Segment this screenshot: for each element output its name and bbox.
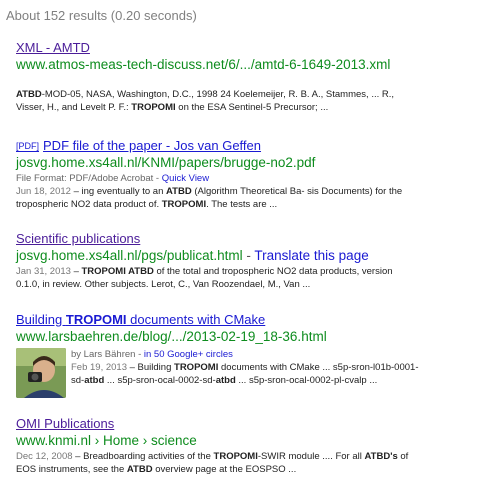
file-format-line: File Format: PDF/Adobe Acrobat - Quick V… <box>16 173 210 184</box>
result-url: josvg.home.xs4all.nl/KNMI/papers/brugge-… <box>16 155 316 170</box>
search-result: Building TROPOMI documents with CMake ww… <box>16 312 486 398</box>
result-url: josvg.home.xs4all.nl/pgs/publicat.html -… <box>16 248 369 263</box>
author-photo[interactable] <box>16 348 66 398</box>
search-result: XML - AMTD www.atmos-meas-tech-discuss.n… <box>16 40 486 114</box>
result-title-link[interactable]: Building TROPOMI documents with CMake <box>16 312 486 328</box>
result-title-link[interactable]: [PDF] PDF file of the paper - Jos van Gef… <box>16 138 486 154</box>
result-title-link[interactable]: Scientific publications <box>16 231 486 247</box>
result-title-link[interactable]: XML - AMTD <box>16 40 486 56</box>
search-result: [PDF] PDF file of the paper - Jos van Gef… <box>16 138 486 211</box>
breadcrumb: › Home › science <box>91 433 197 448</box>
result-snippet: ATBD-MOD-05, NASA, Washington, D.C., 199… <box>16 89 395 113</box>
results-stats: About 152 results (0.20 seconds) <box>6 8 197 23</box>
pdf-badge: [PDF] <box>16 141 40 151</box>
search-result: Scientific publications josvg.home.xs4al… <box>16 231 486 291</box>
result-snippet: Feb 19, 2013 – Building TROPOMI document… <box>71 362 419 386</box>
result-title-link[interactable]: OMI Publications <box>16 416 486 432</box>
result-url: www.atmos-meas-tech-discuss.net/6/.../am… <box>16 57 391 72</box>
result-snippet: Dec 12, 2008 – Breadboarding activities … <box>16 451 409 475</box>
result-snippet: Jan 31, 2013 – TROPOMI ATBD of the total… <box>16 266 393 290</box>
result-url: www.knmi.nl › Home › science <box>16 433 197 448</box>
translate-link[interactable]: Translate this page <box>254 248 368 263</box>
author-line: by Lars Bähren - in 50 Google+ circles <box>71 349 233 360</box>
quick-view-link[interactable]: Quick View <box>162 173 209 184</box>
circles-link[interactable]: in 50 Google+ circles <box>144 349 233 360</box>
result-snippet: Jun 18, 2012 – ing eventually to an ATBD… <box>16 186 403 210</box>
result-url: www.larsbaehren.de/blog/.../2013-02-19_1… <box>16 329 327 344</box>
search-result: OMI Publications www.knmi.nl › Home › sc… <box>16 416 486 476</box>
